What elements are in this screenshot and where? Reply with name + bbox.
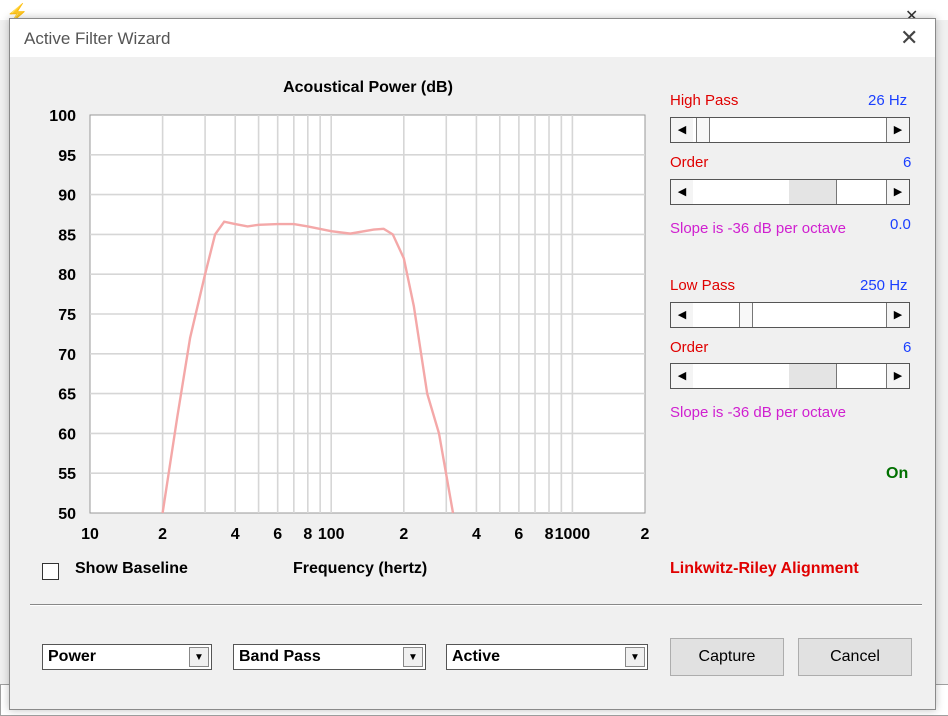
mode-select-value: Power xyxy=(48,648,97,665)
scroll-left-icon[interactable]: ◀ xyxy=(671,180,694,204)
slider-fill xyxy=(837,180,887,204)
capture-button[interactable]: Capture xyxy=(670,638,784,676)
x-tick-label: 100 xyxy=(318,526,345,543)
dialog-title: Active Filter Wizard xyxy=(24,29,171,48)
x-tick-label: 2 xyxy=(399,526,408,543)
y-tick-label: 100 xyxy=(49,108,76,125)
y-tick-label: 75 xyxy=(58,307,76,324)
high-pass-label: High Pass xyxy=(670,92,739,109)
filter-kind-select[interactable]: Active ▼ xyxy=(446,644,648,670)
low-pass-slope-text: Slope is -36 dB per octave xyxy=(670,404,846,421)
x-tick-label: 6 xyxy=(514,526,523,543)
y-tick-labels: 100 95 90 85 80 75 70 65 60 55 50 xyxy=(49,108,76,523)
y-tick-label: 55 xyxy=(58,466,76,483)
y-tick-label: 65 xyxy=(58,387,76,404)
scroll-right-icon[interactable]: ▶ xyxy=(886,180,909,204)
slider-fill xyxy=(837,364,887,388)
high-pass-order-value: 6 xyxy=(903,154,912,171)
slider-thumb[interactable] xyxy=(696,118,710,142)
scroll-left-icon[interactable]: ◀ xyxy=(671,303,694,327)
x-tick-label: 2 xyxy=(641,526,650,543)
alignment-label: Linkwitz-Riley Alignment xyxy=(670,560,859,577)
x-tick-label: 6 xyxy=(273,526,282,543)
scroll-right-icon[interactable]: ▶ xyxy=(886,364,909,388)
y-tick-label: 70 xyxy=(58,347,76,364)
status-on: On xyxy=(886,465,909,482)
show-baseline-label[interactable]: Show Baseline xyxy=(75,560,188,578)
y-tick-label: 95 xyxy=(58,148,76,165)
slider-track[interactable] xyxy=(693,303,887,327)
acoustical-power-chart: Acoustical Power (dB) 100 95 90 85 80 75 70 65 6… xyxy=(49,79,649,543)
slider-track[interactable] xyxy=(693,364,887,388)
x-tick-label: 8 xyxy=(303,526,312,543)
slider-track[interactable] xyxy=(693,118,887,142)
cancel-button[interactable]: Cancel xyxy=(798,638,912,676)
scroll-left-icon[interactable]: ◀ xyxy=(671,364,694,388)
show-baseline-checkbox[interactable] xyxy=(42,563,59,580)
dropdown-arrow-icon[interactable]: ▼ xyxy=(189,647,209,667)
y-tick-label: 50 xyxy=(58,506,76,523)
high-pass-slope-text: Slope is -36 dB per octave xyxy=(670,220,846,237)
background-titlebar xyxy=(0,0,948,20)
scroll-left-icon[interactable]: ◀ xyxy=(671,118,694,142)
low-pass-order-label: Order xyxy=(670,339,709,356)
y-tick-label: 80 xyxy=(58,267,76,284)
low-pass-order-slider[interactable]: ◀ ▶ xyxy=(670,363,910,389)
x-tick-label: 8 xyxy=(545,526,554,543)
filter-type-select[interactable]: Band Pass ▼ xyxy=(233,644,426,670)
x-tick-label: 2 xyxy=(158,526,167,543)
slider-thumb[interactable] xyxy=(789,180,837,204)
low-pass-value: 250 Hz xyxy=(860,277,908,294)
separator xyxy=(30,604,922,606)
filter-kind-select-value: Active xyxy=(452,648,501,665)
x-tick-label: 4 xyxy=(231,526,240,543)
dropdown-arrow-icon[interactable]: ▼ xyxy=(625,647,645,667)
high-pass-order-slider[interactable]: ◀ ▶ xyxy=(670,179,910,205)
dropdown-arrow-icon[interactable]: ▼ xyxy=(403,647,423,667)
y-tick-label: 60 xyxy=(58,426,76,443)
q-value: 0.0 xyxy=(890,216,911,233)
slider-fill xyxy=(693,180,789,204)
slider-thumb[interactable] xyxy=(789,364,837,388)
y-tick-label: 85 xyxy=(58,227,76,244)
low-pass-slider[interactable]: ◀ ▶ xyxy=(670,302,910,328)
mode-select[interactable]: Power ▼ xyxy=(42,644,212,670)
low-pass-order-value: 6 xyxy=(903,339,912,356)
filter-type-select-value: Band Pass xyxy=(239,648,321,665)
low-pass-label: Low Pass xyxy=(670,277,736,294)
slider-track[interactable] xyxy=(693,180,887,204)
x-tick-labels: 10 2 4 6 8 100 2 4 6 8 1000 2 xyxy=(81,526,649,543)
scroll-right-icon[interactable]: ▶ xyxy=(886,118,909,142)
dialog-titlebar: Active Filter Wizard ✕ xyxy=(10,19,935,57)
chart-title: Acoustical Power (dB) xyxy=(283,79,453,96)
x-tick-label: 1000 xyxy=(555,526,591,543)
scroll-right-icon[interactable]: ▶ xyxy=(886,303,909,327)
x-tick-label: 10 xyxy=(81,526,99,543)
x-axis-label: Frequency (hertz) xyxy=(293,560,428,577)
high-pass-slider[interactable]: ◀ ▶ xyxy=(670,117,910,143)
slider-thumb[interactable] xyxy=(739,303,753,327)
slider-fill xyxy=(693,364,789,388)
high-pass-order-label: Order xyxy=(670,154,709,171)
x-tick-label: 4 xyxy=(472,526,481,543)
high-pass-value: 26 Hz xyxy=(868,92,908,109)
close-icon[interactable]: ✕ xyxy=(900,25,918,51)
y-tick-label: 90 xyxy=(58,188,76,205)
